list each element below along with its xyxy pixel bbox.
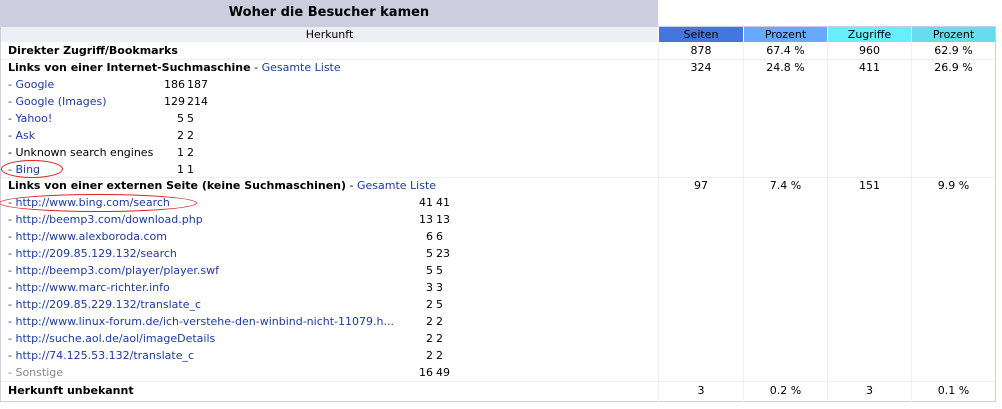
external-link-row-hits: 49 <box>436 366 450 379</box>
external-link-row-pages: 2 <box>426 298 433 311</box>
external-links-full-list-link[interactable]: Gesamte Liste <box>357 179 436 192</box>
external-link-row-label[interactable]: - http://www.linux-forum.de/ich-verstehe… <box>8 313 394 330</box>
separator: - <box>254 61 262 74</box>
column-divider <box>658 42 659 402</box>
unknown-prozent-zugriffe: 0.1 % <box>937 384 970 397</box>
direct-seiten: 878 <box>690 44 712 57</box>
search-engines-header: Links von einer Internet-Suchmaschine - … <box>8 59 341 76</box>
external-seiten: 97 <box>694 179 708 192</box>
external-link-row-label[interactable]: - http://www.marc-richter.info <box>8 279 170 296</box>
external-link-row-pages: 3 <box>426 281 433 294</box>
bing-highlight-ellipse <box>1 160 63 178</box>
column-divider <box>827 42 828 402</box>
external-prozent-zugriffe: 9.9 % <box>937 179 970 192</box>
external-link-row-label[interactable]: - http://beemp3.com/player/player.swf <box>8 262 219 279</box>
search-engines-label: Links von einer Internet-Suchmaschine <box>8 61 251 74</box>
external-link-row-pages: 41 <box>419 196 433 209</box>
unknown-zugriffe: 3 <box>866 384 873 397</box>
referrer-table: Herkunft Seiten Prozent Zugriffe Prozent… <box>0 26 996 402</box>
external-prozent-seiten: 7.4 % <box>769 179 802 192</box>
external-link-row-pages: 16 <box>419 366 433 379</box>
external-link-row-pages: 2 <box>426 349 433 362</box>
search-engine-row-hits: 187 <box>187 78 208 91</box>
search-engine-row-pages: 2 <box>177 129 184 142</box>
external-link-row-hits: 41 <box>436 196 450 209</box>
external-link-row-label[interactable]: - http://74.125.53.132/translate_c <box>8 347 194 364</box>
external-link-row-hits: 3 <box>436 281 443 294</box>
external-link-row-hits: 13 <box>436 213 450 226</box>
search-engine-row-hits: 1 <box>187 163 194 176</box>
external-link-row-label[interactable]: - http://209.85.129.132/search <box>8 245 177 262</box>
search-seiten: 324 <box>690 61 712 74</box>
search-engine-row-hits: 2 <box>187 129 194 142</box>
search-zugriffe: 411 <box>859 61 880 74</box>
external-link-row-label: - Sonstige <box>8 366 63 379</box>
report-title: Woher die Besucher kamen <box>0 0 658 26</box>
header-seiten: Seiten <box>659 27 743 42</box>
search-engine-row-label[interactable]: - Yahoo! <box>8 110 52 127</box>
external-link-row-hits: 6 <box>436 230 443 243</box>
direct-access-label: Direkter Zugriff/Bookmarks <box>8 44 178 57</box>
external-link-row-hits: 5 <box>436 298 443 311</box>
search-prozent-zugriffe: 26.9 % <box>934 61 973 74</box>
external-link-row-pages: 6 <box>426 230 433 243</box>
search-prozent-seiten: 24.8 % <box>766 61 805 74</box>
external-links-header: Links von einer externen Seite (keine Su… <box>8 177 436 194</box>
external-link-row-pages: 13 <box>419 213 433 226</box>
bing-url-highlight-ellipse <box>0 194 197 212</box>
external-link-row-label[interactable]: - http://209.85.229.132/translate_c <box>8 296 201 313</box>
search-engine-row-hits: 214 <box>187 95 208 108</box>
unknown-seiten: 3 <box>697 384 705 397</box>
separator: - <box>349 179 357 192</box>
search-engine-row-pages: 5 <box>177 112 184 125</box>
search-engine-row-hits: 2 <box>187 146 194 159</box>
search-engine-row-pages: 186 <box>164 78 185 91</box>
external-link-row-hits: 23 <box>436 247 450 260</box>
column-divider <box>911 42 912 402</box>
header-prozent-seiten: Prozent <box>744 27 827 42</box>
header-herkunft: Herkunft <box>1 27 658 42</box>
external-zugriffe: 151 <box>859 179 880 192</box>
unknown-origin-label: Herkunft unbekannt <box>8 384 134 397</box>
external-link-row-pages: 5 <box>426 247 433 260</box>
external-link-row-label[interactable]: - http://www.alexboroda.com <box>8 228 167 245</box>
search-engine-row-pages: 129 <box>164 95 185 108</box>
external-links-label: Links von einer externen Seite (keine Su… <box>8 179 347 192</box>
external-link-row-label[interactable]: - http://suche.aol.de/aol/imageDetails <box>8 330 215 347</box>
search-engine-row-pages: 1 <box>177 146 184 159</box>
direct-zugriffe: 960 <box>859 44 880 57</box>
search-engine-row-label[interactable]: - Ask <box>8 127 35 144</box>
search-engine-row-label[interactable]: - Google (Images) <box>8 93 107 110</box>
search-engine-row-label[interactable]: - Google <box>8 76 54 93</box>
unknown-prozent-seiten: 0.2 % <box>769 384 802 397</box>
search-engines-full-list-link[interactable]: Gesamte Liste <box>262 61 341 74</box>
direct-prozent-zugriffe: 62.9 % <box>934 44 973 57</box>
search-engine-row-pages: 1 <box>177 163 184 176</box>
search-engine-row-label: - Unknown search engines <box>8 146 154 159</box>
external-link-row-hits: 5 <box>436 264 443 277</box>
external-link-row-hits: 2 <box>436 332 443 345</box>
external-link-row-pages: 2 <box>426 315 433 328</box>
column-divider <box>743 42 744 402</box>
external-link-row-hits: 2 <box>436 349 443 362</box>
external-link-row-pages: 5 <box>426 264 433 277</box>
header-zugriffe: Zugriffe <box>828 27 911 42</box>
search-engine-row-hits: 5 <box>187 112 194 125</box>
header-prozent-zugriffe: Prozent <box>912 27 995 42</box>
external-link-row-label[interactable]: - http://beemp3.com/download.php <box>8 211 203 228</box>
external-link-row-hits: 2 <box>436 315 443 328</box>
direct-prozent-seiten: 67.4 % <box>766 44 805 57</box>
external-link-row-pages: 2 <box>426 332 433 345</box>
